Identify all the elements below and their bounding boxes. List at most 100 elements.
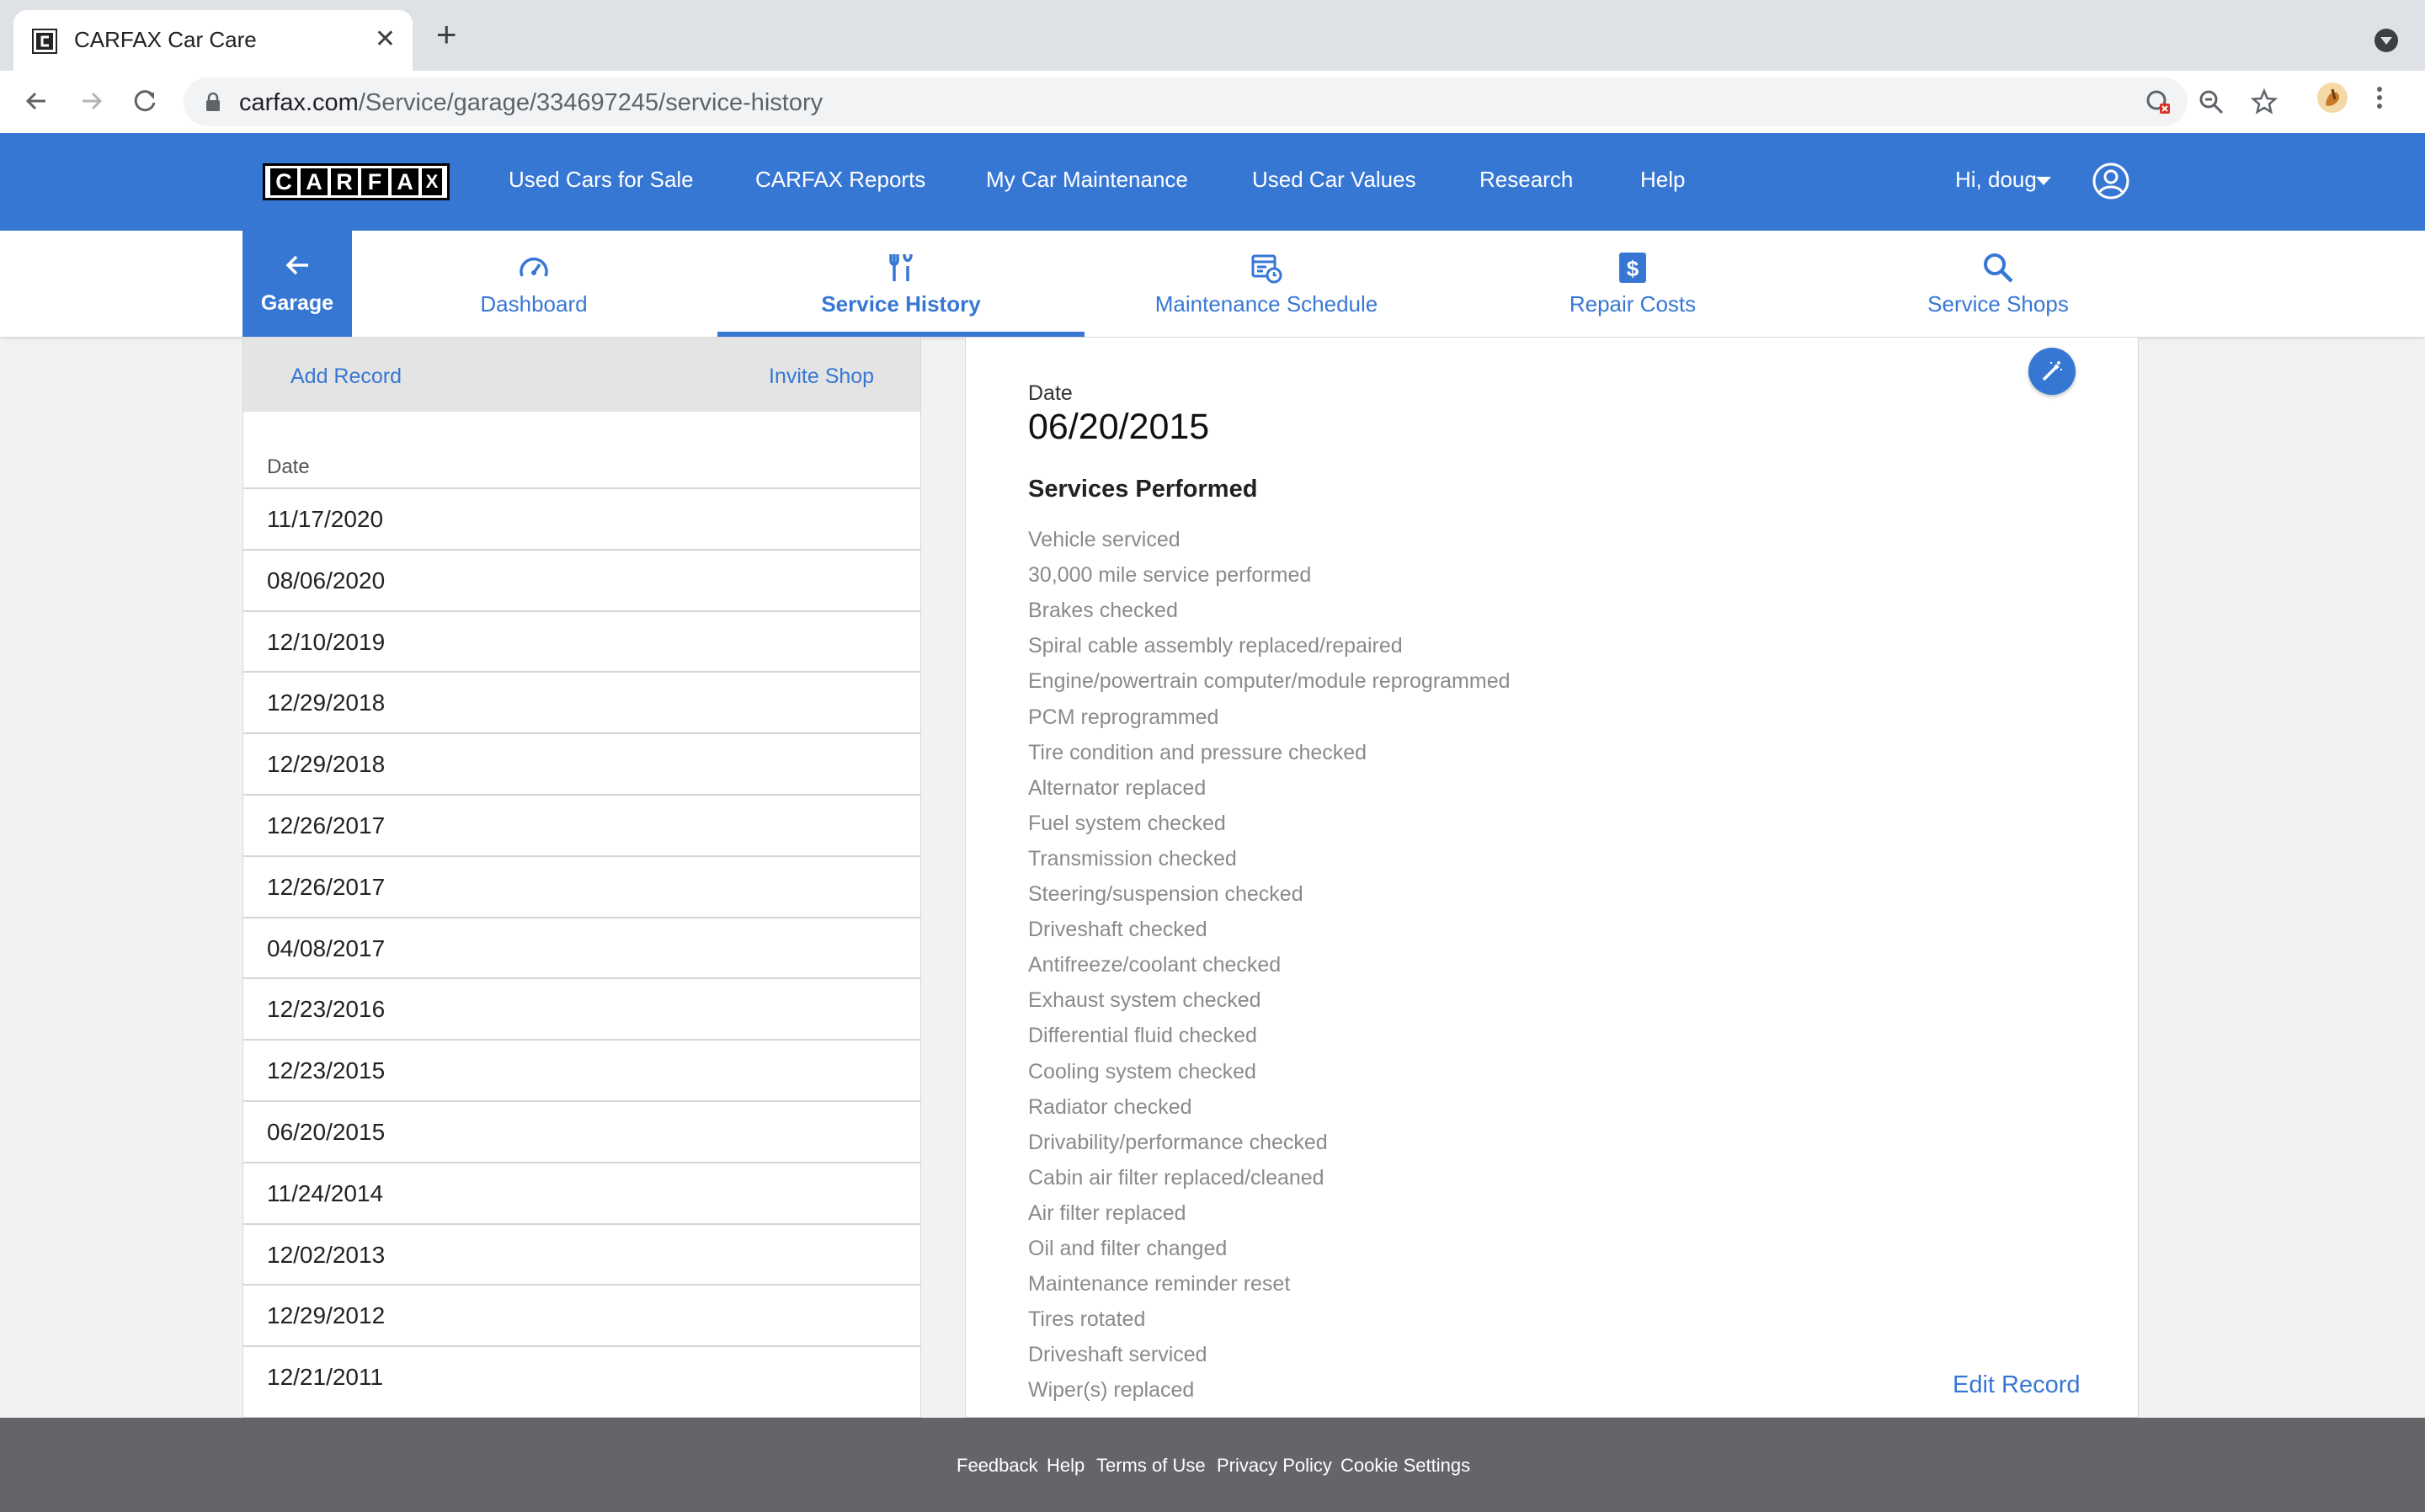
record-date-row[interactable]: 12/29/2018 [243, 671, 920, 732]
service-item: 30,000 mile service performed [1028, 563, 1312, 588]
nav-my-car-maintenance[interactable]: My Car Maintenance [986, 167, 1188, 193]
tab-title: CARFAX Car Care [74, 27, 257, 52]
nav-used-cars-for-sale[interactable]: Used Cars for Sale [509, 167, 694, 193]
record-date-text: 12/26/2017 [267, 873, 386, 900]
carfax-logo[interactable]: CARFAX [263, 163, 450, 200]
record-date-row[interactable]: 12/10/2019 [243, 610, 920, 671]
record-date-text: 12/10/2019 [267, 628, 386, 655]
garage-label: Garage [260, 291, 334, 315]
carfax-favicon-icon [32, 29, 57, 54]
services-performed-heading: Services Performed [1028, 476, 1258, 503]
browser-toolbar: carfax.com/Service/garage/334697245/serv… [0, 71, 2425, 134]
service-item: Cabin air filter replaced/cleaned [1028, 1165, 1324, 1190]
record-date-text: 06/20/2015 [267, 1119, 386, 1145]
nav-help[interactable]: Help [1640, 167, 1685, 193]
browser-tab[interactable]: CARFAX Car Care ✕ [13, 10, 413, 71]
records-actions-bar: Add Record Invite Shop [243, 338, 920, 412]
profile-avatar-icon[interactable] [2316, 81, 2349, 114]
record-date-row[interactable]: 12/26/2017 [243, 794, 920, 854]
zoom-icon[interactable] [2197, 88, 2225, 116]
record-date-text: 12/02/2013 [267, 1241, 386, 1268]
speedometer-icon [520, 257, 548, 277]
reload-icon[interactable] [126, 83, 163, 120]
address-bar[interactable]: carfax.com/Service/garage/334697245/serv… [184, 77, 2278, 126]
url-text: carfax.com/Service/garage/334697245/serv… [239, 89, 823, 116]
bookmark-star-icon[interactable] [2250, 88, 2278, 116]
service-item: Steering/suspension checked [1028, 882, 1303, 906]
tab-close-icon[interactable]: ✕ [375, 27, 396, 52]
edit-record-fab[interactable] [2028, 348, 2076, 395]
service-item: Cooling system checked [1028, 1059, 1256, 1083]
record-date-text: 11/24/2014 [267, 1179, 384, 1206]
tab-repair-costs[interactable]: $ Repair Costs [1529, 231, 1736, 337]
add-record-link[interactable]: Add Record [290, 365, 402, 389]
record-date-row[interactable]: 12/29/2018 [243, 732, 920, 793]
nav-carfax-reports[interactable]: CARFAX Reports [755, 167, 925, 193]
record-date-text: 12/23/2015 [267, 1057, 386, 1084]
record-date-row[interactable]: 11/24/2014 [243, 1161, 920, 1222]
footer-link-cookie-settings[interactable]: Cookie Settings [1340, 1455, 1470, 1477]
record-date-row[interactable]: 12/23/2015 [243, 1039, 920, 1099]
lock-icon [206, 92, 220, 111]
record-date-row[interactable]: 12/23/2016 [243, 977, 920, 1038]
new-tab-icon[interactable]: + [436, 17, 457, 52]
browser-tab-strip: CARFAX Car Care ✕ + [0, 0, 2425, 71]
service-item: Exhaust system checked [1028, 988, 1261, 1013]
search-icon [1984, 253, 2013, 283]
user-menu[interactable]: Hi, doug [1955, 167, 2037, 193]
footer-link-help[interactable]: Help [1047, 1455, 1085, 1477]
browser-menu-icon[interactable] [2371, 81, 2388, 114]
record-date-row[interactable]: 08/06/2020 [243, 548, 920, 610]
service-item: Oil and filter changed [1028, 1237, 1228, 1260]
record-date-text: 12/29/2018 [267, 689, 386, 716]
wrench-fork-icon [889, 253, 913, 281]
service-records-list: Add Record Invite Shop Date 11/17/2020 08… [242, 337, 921, 1418]
nav-used-car-values[interactable]: Used Car Values [1252, 167, 1416, 193]
back-arrow-icon[interactable] [19, 83, 56, 120]
service-item: Driveshaft serviced [1028, 1343, 1207, 1367]
forward-arrow-icon[interactable] [72, 83, 109, 120]
footer-link-terms[interactable]: Terms of Use [1096, 1455, 1206, 1477]
tab-search-icon[interactable] [2374, 29, 2398, 52]
service-item: Radiator checked [1028, 1094, 1192, 1119]
service-item: Air filter replaced [1028, 1201, 1186, 1225]
record-date-text: 12/29/2018 [267, 751, 386, 778]
record-date-row[interactable]: 11/17/2020 [243, 487, 920, 548]
service-item: Tires rotated [1028, 1307, 1146, 1332]
record-date-text: 08/06/2020 [267, 567, 386, 594]
record-date-row[interactable]: 06/20/2015 [243, 1100, 920, 1161]
record-date-text: 12/21/2011 [267, 1364, 384, 1391]
nav-research[interactable]: Research [1479, 167, 1573, 193]
record-date-row[interactable]: 12/21/2011 [243, 1345, 920, 1406]
site-footer: Feedback Help Terms of Use Privacy Polic… [0, 1418, 2425, 1512]
date-column-header: Date [267, 455, 310, 478]
record-date-text: 12/23/2016 [267, 996, 386, 1023]
footer-link-privacy[interactable]: Privacy Policy [1217, 1455, 1332, 1477]
back-arrow-icon [285, 255, 308, 275]
tab-dashboard[interactable]: Dashboard [450, 231, 618, 337]
service-record-detail: Date 06/20/2015 Services Performed Vehic… [965, 337, 2139, 1418]
chevron-down-icon[interactable] [2036, 177, 2051, 185]
record-date-row[interactable]: 12/29/2012 [243, 1284, 920, 1344]
record-date-label: Date [1028, 381, 1073, 405]
footer-link-feedback[interactable]: Feedback [957, 1455, 1038, 1477]
service-item: Brakes checked [1028, 599, 1178, 623]
tab-service-shops[interactable]: Service Shops [1920, 231, 2076, 337]
blocked-popup-icon[interactable] [2144, 88, 2172, 116]
account-avatar-icon[interactable] [2092, 162, 2130, 200]
garage-back-button[interactable]: Garage [242, 231, 352, 337]
tab-service-history[interactable]: Service History [717, 231, 1085, 337]
record-date-row[interactable]: 12/26/2017 [243, 854, 920, 916]
record-date-row[interactable]: 12/02/2013 [243, 1222, 920, 1284]
record-date-row[interactable]: 04/08/2017 [243, 916, 920, 977]
service-item: Alternator replaced [1028, 775, 1207, 800]
record-date-text: 11/17/2020 [267, 506, 384, 532]
service-item: Drivability/performance checked [1028, 1130, 1328, 1154]
edit-record-link[interactable]: Edit Record [1953, 1371, 2081, 1399]
tab-maintenance-schedule[interactable]: Maintenance Schedule [1140, 231, 1393, 337]
calendar-clock-icon [1251, 254, 1282, 284]
service-item: Driveshaft checked [1028, 918, 1207, 942]
invite-shop-link[interactable]: Invite Shop [769, 365, 874, 389]
svg-text:$: $ [1627, 256, 1639, 281]
record-date: 06/20/2015 [1028, 407, 1210, 447]
